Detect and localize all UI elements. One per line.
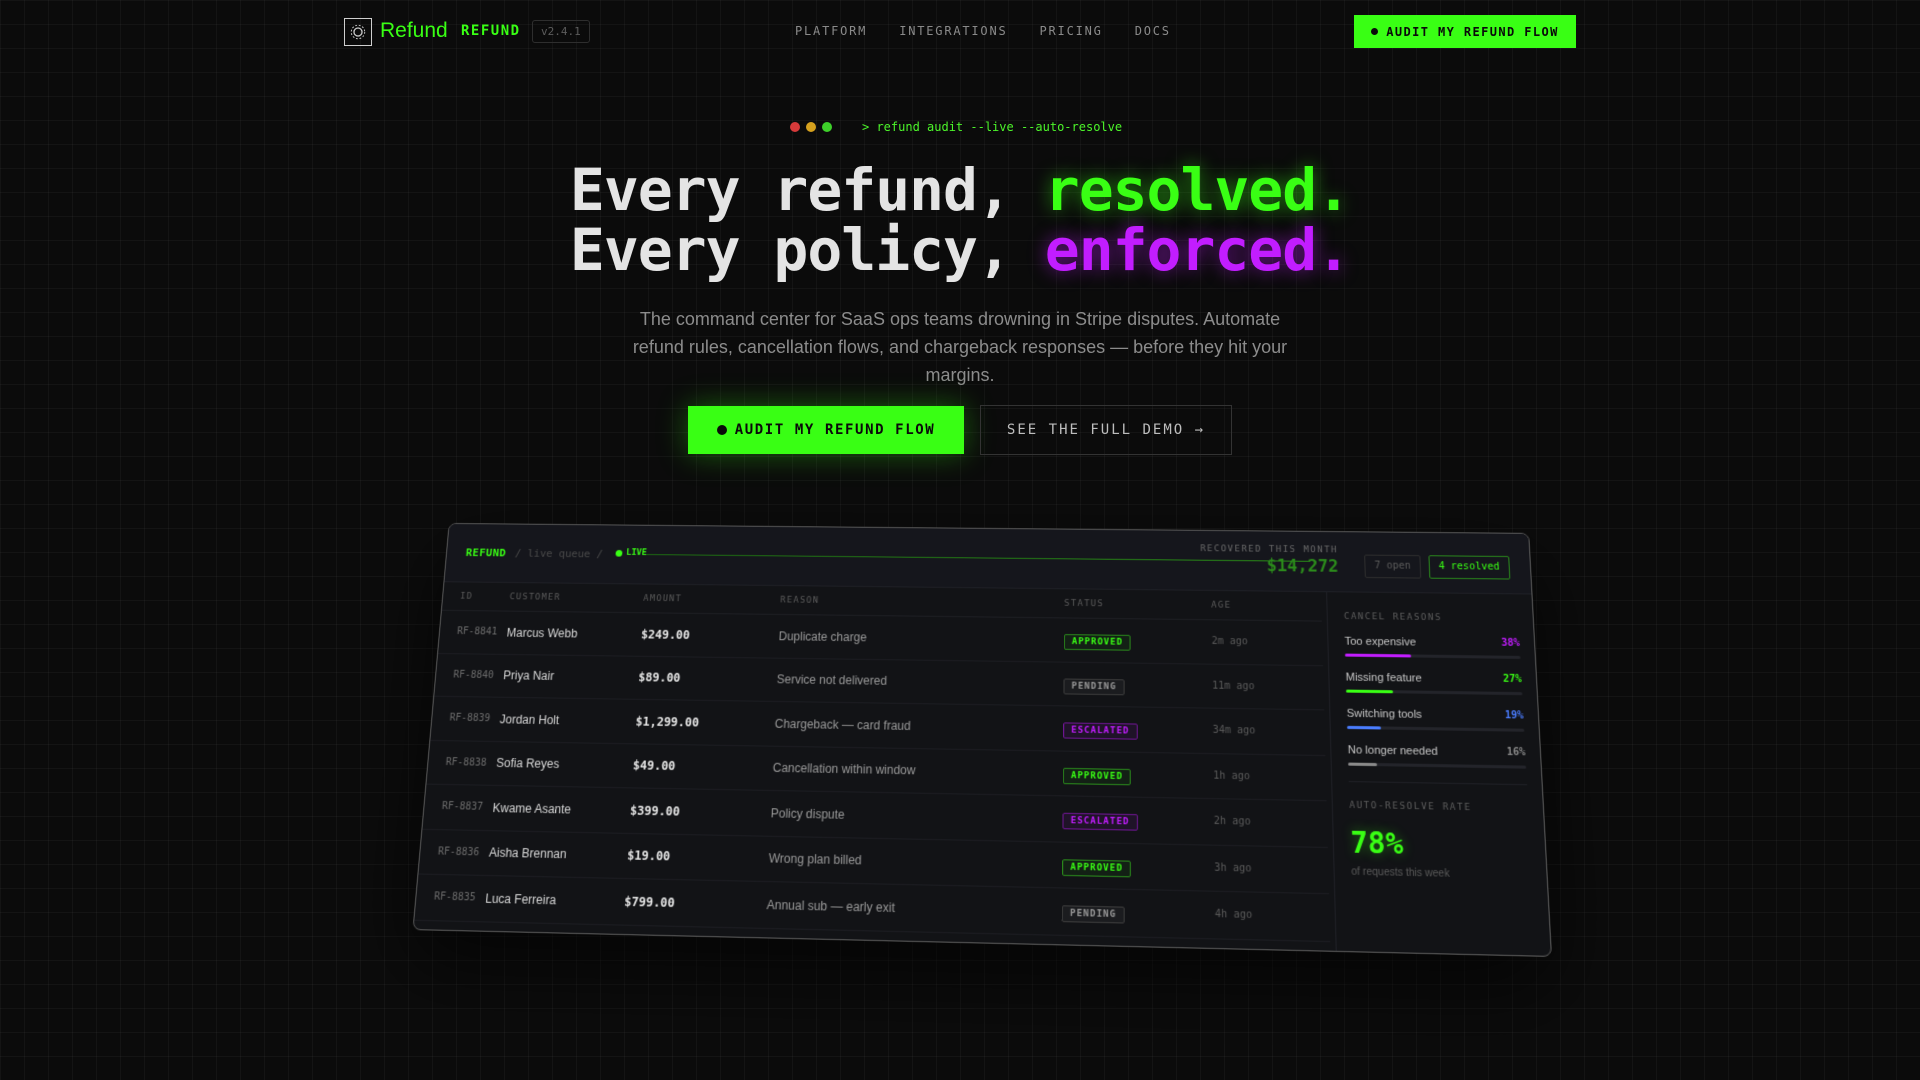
row-amount: $1,299.00 (635, 714, 700, 730)
row-age: 2m ago (1211, 636, 1248, 648)
dashboard-breadcrumb: / live queue / (514, 547, 604, 561)
col-amount: AMOUNT (643, 593, 683, 604)
row-status: APPROVED (1062, 762, 1214, 786)
row-reason: Service not delivered (776, 672, 888, 689)
row-reason: Duplicate charge (778, 629, 867, 644)
dashboard-wrap: REFUND / live queue / LIVE RECOVERED THI… (0, 0, 1920, 1080)
col-status: STATUS (1064, 598, 1105, 609)
auto-resolve-value: 78% (1349, 825, 1404, 862)
cancel-reason-label: Switching tools (1346, 707, 1423, 721)
cancel-reason-bar-fill (1348, 762, 1377, 767)
row-id: RF-8838 (445, 756, 488, 769)
auto-resolve-sub: of requests this week (1351, 866, 1450, 880)
row-customer: Luca Ferreira (484, 891, 557, 908)
resolved-count-badge[interactable]: 4 resolved (1428, 555, 1511, 580)
cancel-reason-item: Missing feature 27% (1345, 671, 1523, 696)
live-dot-icon (615, 549, 623, 557)
row-amount: $799.00 (623, 894, 676, 910)
row-id: RF-8836 (437, 846, 480, 859)
cancel-reason-bar (1344, 653, 1521, 659)
live-line (646, 554, 1311, 562)
row-id: RF-8841 (456, 626, 498, 638)
row-amount: $399.00 (629, 803, 681, 819)
row-customer: Priya Nair (502, 668, 555, 684)
row-amount: $89.00 (637, 670, 681, 685)
cancel-reason-pct: 19% (1504, 710, 1524, 722)
recovered-value: $14,272 (1266, 556, 1339, 577)
recovered-label: RECOVERED THIS MONTH (1200, 544, 1339, 556)
cancel-reason-pct: 27% (1502, 673, 1522, 686)
table-body: RF-8841 Marcus Webb $249.00 Duplicate charg… (414, 610, 1331, 942)
cancel-reason-bar-fill (1347, 725, 1381, 730)
status-badge: APPROVED (1062, 858, 1132, 878)
row-amount: $249.00 (640, 627, 691, 642)
dashboard-brand: REFUND (465, 546, 507, 560)
row-status: ESCALATED (1063, 718, 1213, 742)
dashboard-preview: REFUND / live queue / LIVE RECOVERED THI… (412, 522, 1553, 957)
row-status: PENDING (1061, 900, 1215, 926)
auto-resolve-title: AUTO-RESOLVE RATE (1349, 800, 1472, 814)
live-label: LIVE (625, 548, 648, 558)
cancel-reason-bar-fill (1346, 689, 1394, 694)
row-reason: Policy dispute (770, 805, 845, 822)
status-badge: PENDING (1061, 905, 1125, 924)
divider (1348, 781, 1528, 786)
cancel-reason-item: Too expensive 38% (1344, 635, 1521, 659)
row-status: APPROVED (1062, 854, 1214, 879)
live-indicator: LIVE (615, 548, 647, 558)
status-badge: APPROVED (1063, 634, 1131, 651)
cancel-reason-label: No longer needed (1347, 744, 1439, 758)
col-reason: REASON (780, 595, 820, 606)
cancel-reason-item: Switching tools 19% (1347, 708, 1525, 732)
cancel-reason-item: No longer needed 16% (1348, 744, 1527, 769)
row-reason: Wrong plan billed (768, 851, 862, 868)
col-customer: CUSTOMER (509, 592, 562, 603)
row-age: 3h ago (1214, 862, 1252, 875)
row-status: APPROVED (1063, 629, 1212, 652)
cancel-reason-bar (1347, 725, 1525, 732)
cancel-reason-bar-fill (1344, 653, 1412, 658)
status-badge: ESCALATED (1062, 813, 1138, 831)
cancel-reason-label: Missing feature (1345, 671, 1422, 685)
row-amount: $19.00 (626, 848, 671, 864)
row-status: PENDING (1063, 673, 1212, 696)
row-amount: $49.00 (632, 758, 676, 774)
row-id: RF-8835 (433, 891, 477, 904)
status-badge: ESCALATED (1063, 722, 1138, 740)
cancel-reason-pct: 38% (1501, 637, 1521, 649)
row-status: ESCALATED (1062, 808, 1213, 833)
status-badge: APPROVED (1062, 767, 1132, 786)
row-customer: Kwame Asante (492, 800, 572, 817)
cancel-reason-bar (1348, 762, 1527, 769)
row-reason: Annual sub — early exit (766, 897, 896, 915)
row-id: RF-8839 (449, 712, 491, 725)
status-badge: PENDING (1063, 678, 1125, 696)
row-customer: Aisha Brennan (488, 845, 568, 862)
row-age: 1h ago (1213, 770, 1251, 783)
col-age: AGE (1211, 600, 1232, 611)
cancel-reasons-list: Too expensive 38% Missing feature 27% Switch… (1344, 635, 1527, 769)
row-id: RF-8837 (441, 801, 484, 814)
row-age: 4h ago (1214, 908, 1253, 922)
cancel-reason-bar (1346, 689, 1523, 696)
row-customer: Sofia Reyes (495, 756, 560, 772)
cancel-reason-label: Too expensive (1344, 635, 1417, 649)
col-id: ID (459, 591, 474, 602)
cancel-reason-pct: 16% (1506, 746, 1526, 759)
open-count-badge[interactable]: 7 open (1363, 554, 1422, 579)
cancel-reasons-title: CANCEL REASONS (1343, 612, 1443, 624)
row-reason: Cancellation within window (772, 760, 916, 778)
refund-queue-table: ID CUSTOMER AMOUNT REASON STATUS AGE RF-… (414, 582, 1331, 942)
stats-sidebar: CANCEL REASONS Too expensive 38% Missing f… (1326, 592, 1553, 957)
row-id: RF-8840 (452, 669, 495, 681)
row-age: 34m ago (1212, 725, 1256, 737)
row-reason: Chargeback — card fraud (774, 716, 911, 733)
row-age: 11m ago (1212, 680, 1255, 692)
row-customer: Jordan Holt (499, 712, 560, 727)
row-age: 2h ago (1213, 815, 1251, 828)
row-customer: Marcus Webb (506, 625, 578, 641)
